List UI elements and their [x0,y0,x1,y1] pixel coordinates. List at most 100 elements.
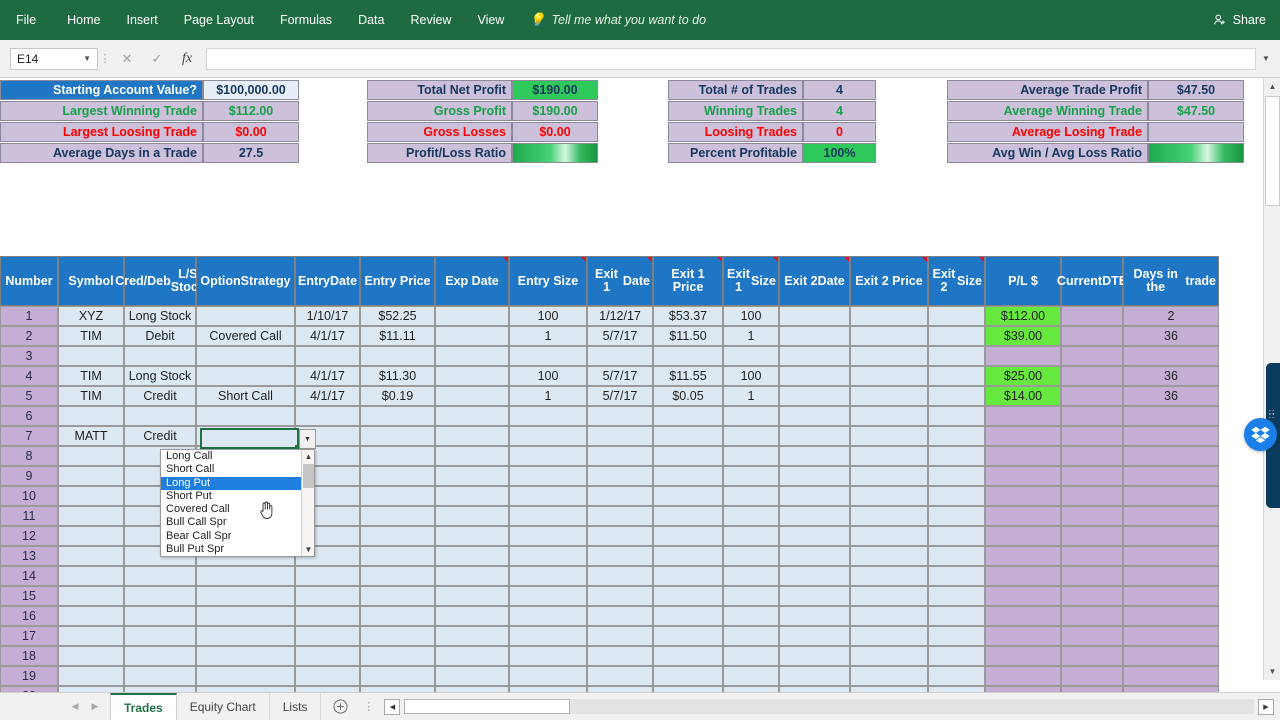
row-number-header[interactable]: 7 [0,426,58,446]
table-cell[interactable] [435,506,509,526]
table-cell[interactable] [435,646,509,666]
column-header-exit-2-date[interactable]: Exit 2 Date [779,256,850,306]
table-cell[interactable] [435,566,509,586]
table-cell[interactable]: $39.00 [985,326,1061,346]
table-cell[interactable] [850,606,928,626]
table-cell[interactable] [435,626,509,646]
table-cell[interactable] [435,526,509,546]
table-cell[interactable] [723,626,779,646]
table-cell[interactable] [435,446,509,466]
table-cell[interactable] [723,666,779,686]
table-cell[interactable] [509,666,587,686]
table-cell[interactable] [779,626,850,646]
dropdown-scroll-thumb[interactable] [303,464,314,488]
table-cell[interactable] [124,646,196,666]
table-cell[interactable]: 4/1/17 [295,386,360,406]
table-cell[interactable] [985,606,1061,626]
row-number-header[interactable]: 19 [0,666,58,686]
table-cell[interactable] [1061,606,1123,626]
table-cell[interactable]: $14.00 [985,386,1061,406]
table-cell[interactable] [779,426,850,446]
table-cell[interactable] [850,406,928,426]
table-row[interactable]: 15 [0,586,1262,606]
dropdown-scroll-down-icon[interactable]: ▼ [302,543,315,556]
table-cell[interactable] [58,606,124,626]
table-cell[interactable] [1123,626,1219,646]
table-cell[interactable] [653,646,723,666]
table-cell[interactable]: $53.37 [653,306,723,326]
tell-me-box[interactable]: 💡 Tell me what you want to do [529,12,706,28]
table-cell[interactable]: 5/7/17 [587,366,653,386]
table-cell[interactable] [928,426,985,446]
table-cell[interactable] [509,446,587,466]
table-cell[interactable] [587,666,653,686]
dropdown-option[interactable]: Short Call [161,463,302,476]
table-cell[interactable] [509,646,587,666]
table-cell[interactable] [509,406,587,426]
table-cell[interactable] [196,606,295,626]
table-cell[interactable] [58,666,124,686]
row-number-header[interactable]: 16 [0,606,58,626]
table-cell[interactable]: Credit [124,386,196,406]
table-cell[interactable]: 4/1/17 [295,366,360,386]
table-cell[interactable] [360,606,435,626]
table-cell[interactable]: Short Call [196,386,295,406]
table-cell[interactable] [928,366,985,386]
table-cell[interactable] [196,566,295,586]
table-cell[interactable]: 1/10/17 [295,306,360,326]
table-cell[interactable] [587,646,653,666]
table-cell[interactable] [435,466,509,486]
table-cell[interactable] [360,506,435,526]
table-row[interactable]: 5 TIM Credit Short Call 4/1/17 $0.19 1 5/7/17 $0… [0,386,1262,406]
table-cell[interactable] [587,586,653,606]
table-cell[interactable] [1123,426,1219,446]
data-validation-dropdown-button[interactable]: ▼ [299,429,316,449]
table-cell[interactable] [587,606,653,626]
table-cell[interactable] [779,306,850,326]
confirm-formula-button[interactable]: ✓ [142,47,172,71]
table-cell[interactable] [124,666,196,686]
table-cell[interactable] [928,546,985,566]
row-number-header[interactable]: 17 [0,626,58,646]
table-cell[interactable] [985,666,1061,686]
share-button[interactable]: Share [1213,0,1266,40]
table-cell[interactable] [435,346,509,366]
table-cell[interactable] [1061,626,1123,646]
table-cell[interactable] [360,466,435,486]
table-cell[interactable] [850,506,928,526]
horizontal-scrollbar[interactable] [404,699,1254,714]
table-cell[interactable] [928,666,985,686]
table-cell[interactable]: $25.00 [985,366,1061,386]
table-cell[interactable] [928,446,985,466]
table-cell[interactable] [928,586,985,606]
table-cell[interactable] [196,306,295,326]
table-cell[interactable] [509,546,587,566]
table-cell[interactable] [1061,526,1123,546]
table-cell[interactable] [723,606,779,626]
dropdown-option[interactable]: Bull Put Spr [161,543,302,556]
table-cell[interactable] [850,386,928,406]
row-number-header[interactable]: 3 [0,346,58,366]
table-cell[interactable] [653,546,723,566]
table-cell[interactable] [196,366,295,386]
table-cell[interactable] [850,306,928,326]
table-cell[interactable] [850,466,928,486]
table-cell[interactable] [587,526,653,546]
table-cell[interactable] [928,646,985,666]
table-cell[interactable] [435,486,509,506]
column-header-symbol[interactable]: Symbol [58,256,124,306]
table-cell[interactable] [928,306,985,326]
table-cell[interactable]: MATT [58,426,124,446]
table-cell[interactable]: TIM [58,366,124,386]
scroll-down-button[interactable]: ▼ [1264,663,1280,680]
table-cell[interactable] [850,346,928,366]
column-header-exit-1-size[interactable]: Exit 1 Size [723,256,779,306]
table-cell[interactable] [928,526,985,546]
table-cell[interactable] [196,626,295,646]
ribbon-tab-review[interactable]: Review [397,0,464,40]
ribbon-tab-insert[interactable]: Insert [114,0,171,40]
table-cell[interactable] [58,406,124,426]
dropbox-badge-icon[interactable] [1244,418,1277,451]
table-row[interactable]: 4 TIM Long Stock 4/1/17 $11.30 100 5/7/17 $11.5… [0,366,1262,386]
table-cell[interactable] [295,666,360,686]
